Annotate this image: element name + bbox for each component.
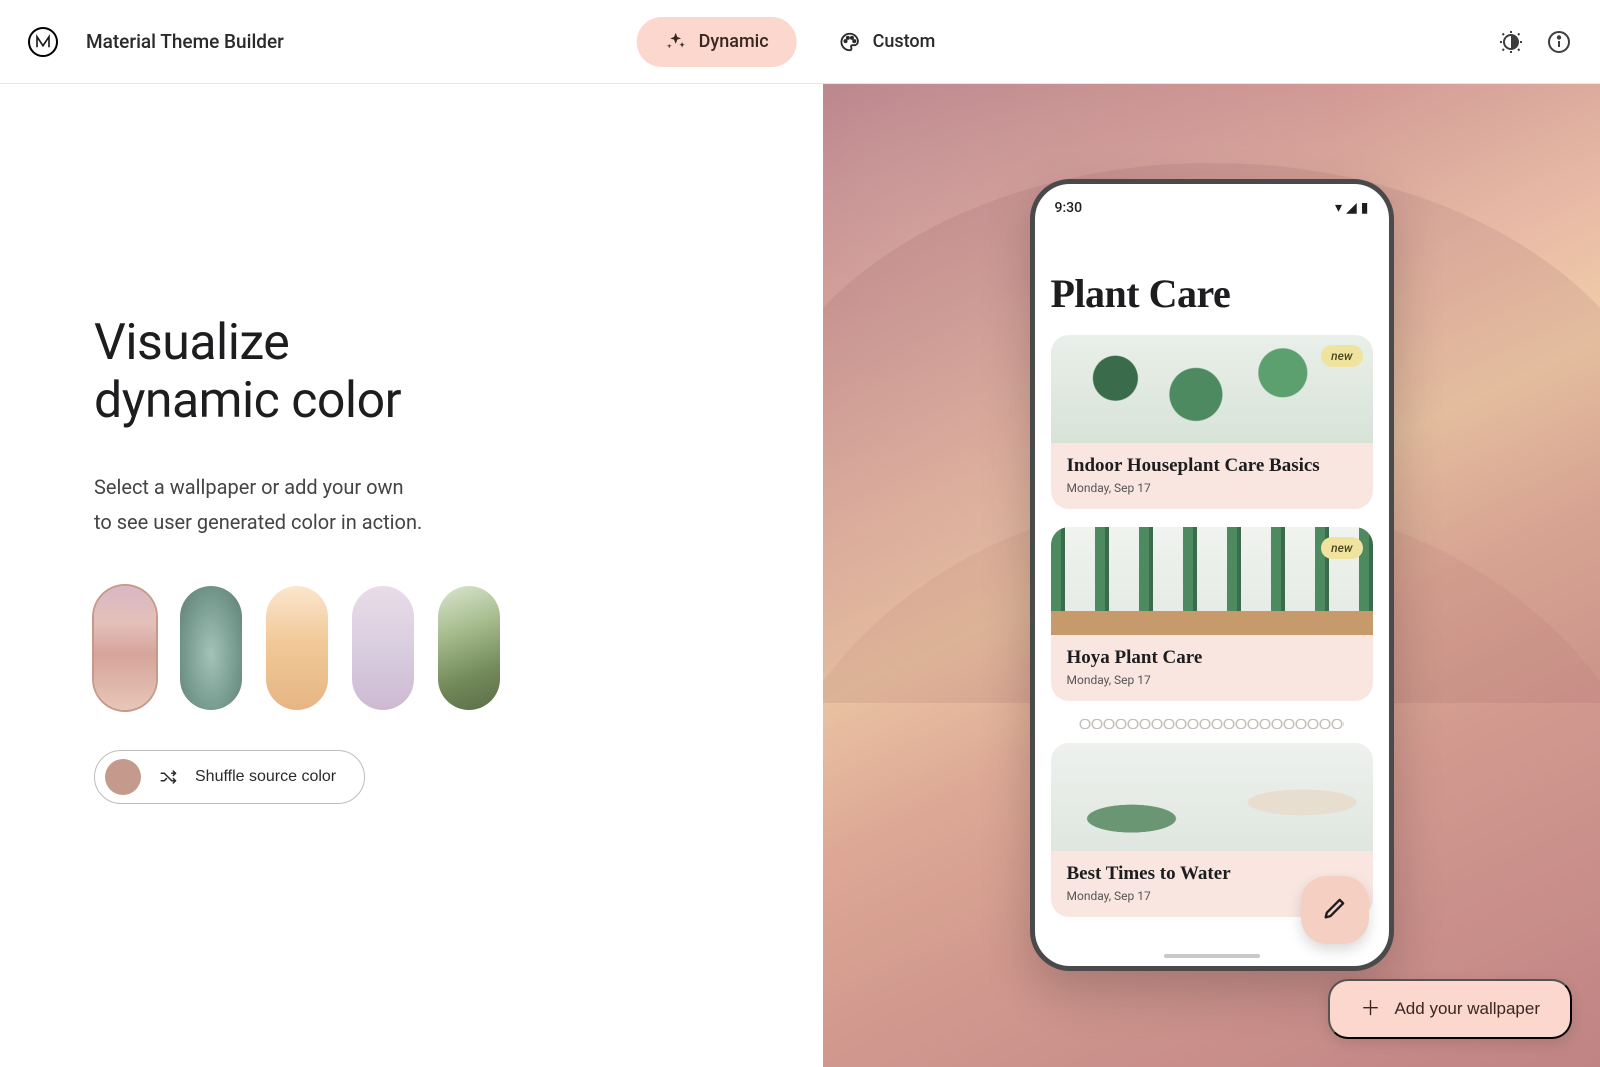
card-title: Indoor Houseplant Care Basics xyxy=(1067,455,1357,477)
app-title: Material Theme Builder xyxy=(86,30,284,53)
phone-preview: 9:30 ▾ ◢ ▮ Plant Care new Indoor Housepl… xyxy=(1030,179,1394,971)
wallpaper-swatch-3[interactable] xyxy=(352,586,414,710)
palette-icon xyxy=(839,31,861,53)
tab-custom[interactable]: Custom xyxy=(811,17,964,67)
material-logo-icon xyxy=(28,27,58,57)
section-divider xyxy=(1079,719,1343,729)
mode-tabs: Dynamic Custom xyxy=(637,17,964,67)
add-wallpaper-label: Add your wallpaper xyxy=(1394,999,1540,1019)
hero-subtitle: Select a wallpaper or add your own to se… xyxy=(94,470,494,540)
wallpaper-swatch-row xyxy=(94,586,823,710)
shuffle-source-color-button[interactable]: Shuffle source color xyxy=(94,750,365,804)
new-badge: new xyxy=(1321,537,1362,559)
card-image xyxy=(1051,743,1373,851)
edit-fab[interactable] xyxy=(1301,876,1369,944)
status-time: 9:30 xyxy=(1055,200,1083,216)
add-wallpaper-button[interactable]: ＋ Add your wallpaper xyxy=(1328,979,1572,1039)
plus-icon: ＋ xyxy=(1360,999,1380,1019)
source-color-dot xyxy=(105,759,141,795)
battery-icon: ▮ xyxy=(1361,201,1369,215)
hero-title: Visualize dynamic color xyxy=(94,314,823,430)
main-split: Visualize dynamic color Select a wallpap… xyxy=(0,84,1600,1067)
preview-card[interactable]: new Hoya Plant Care Monday, Sep 17 xyxy=(1051,527,1373,701)
info-icon[interactable] xyxy=(1546,29,1572,55)
card-image: new xyxy=(1051,527,1373,635)
card-date: Monday, Sep 17 xyxy=(1067,673,1357,687)
wallpaper-swatch-4[interactable] xyxy=(438,586,500,710)
app-header: Material Theme Builder Dynamic Custo xyxy=(0,0,1600,84)
shuffle-label: Shuffle source color xyxy=(195,768,336,786)
tab-label: Dynamic xyxy=(699,31,769,52)
wallpaper-swatch-0[interactable] xyxy=(94,586,156,710)
new-badge: new xyxy=(1321,345,1362,367)
wifi-icon: ▾ xyxy=(1335,201,1342,215)
status-bar: 9:30 ▾ ◢ ▮ xyxy=(1035,184,1389,222)
home-indicator xyxy=(1164,954,1260,958)
status-icons: ▾ ◢ ▮ xyxy=(1335,201,1369,215)
pencil-icon xyxy=(1321,894,1349,926)
card-image: new xyxy=(1051,335,1373,443)
left-pane: Visualize dynamic color Select a wallpap… xyxy=(0,84,823,1067)
tab-dynamic[interactable]: Dynamic xyxy=(637,17,797,67)
shuffle-icon xyxy=(159,768,177,786)
card-title: Hoya Plant Care xyxy=(1067,647,1357,669)
preview-card[interactable]: new Indoor Houseplant Care Basics Monday… xyxy=(1051,335,1373,509)
wallpaper-swatch-1[interactable] xyxy=(180,586,242,710)
preview-app-title: Plant Care xyxy=(1051,270,1373,317)
preview-pane: 9:30 ▾ ◢ ▮ Plant Care new Indoor Housepl… xyxy=(823,84,1600,1067)
sparkle-icon xyxy=(665,31,687,53)
theme-toggle-icon[interactable] xyxy=(1498,29,1524,55)
tab-label: Custom xyxy=(873,31,936,52)
signal-icon: ◢ xyxy=(1346,201,1357,215)
card-date: Monday, Sep 17 xyxy=(1067,481,1357,495)
wallpaper-swatch-2[interactable] xyxy=(266,586,328,710)
